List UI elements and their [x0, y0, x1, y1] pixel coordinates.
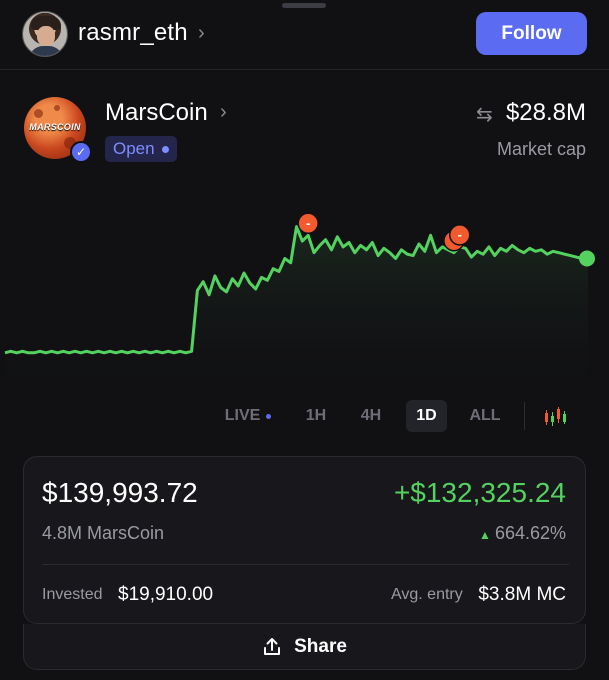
market-cap-label: Market cap: [496, 139, 586, 159]
verified-check-icon: ✓: [70, 141, 92, 163]
divider: [42, 564, 569, 565]
tab-all[interactable]: ALL: [462, 400, 508, 432]
chevron-right-icon[interactable]: ›: [198, 22, 205, 45]
pnl-percent: ▲ 664.62%: [479, 523, 566, 544]
share-button[interactable]: Share: [23, 624, 586, 670]
logo-text: MARSCOIN: [29, 122, 81, 132]
avatar-shirt: [29, 46, 63, 56]
tab-1d[interactable]: 1D: [406, 400, 447, 432]
tab-1h[interactable]: 1H: [296, 400, 336, 432]
current-price-dot: [579, 250, 595, 267]
invested-label: Invested: [42, 586, 103, 603]
live-dot: [266, 413, 272, 419]
status-badge: Open: [105, 136, 177, 162]
tab-live-label: LIVE: [224, 407, 261, 424]
position-value: $139,993.72: [42, 477, 198, 508]
avg-entry-label: Avg. entry: [391, 586, 463, 603]
avg-entry-value: $3.8M MC: [478, 584, 566, 605]
logo-crater: [34, 109, 43, 118]
share-label: Share: [294, 635, 347, 657]
avatar[interactable]: [22, 11, 68, 57]
avatar-face: [37, 26, 55, 46]
swap-arrows-icon[interactable]: ⇆: [476, 102, 493, 127]
chevron-right-icon[interactable]: ›: [220, 101, 227, 124]
divider: [524, 402, 525, 430]
share-upload-icon: [264, 637, 281, 655]
sell-marker[interactable]: -: [297, 212, 319, 235]
sell-marker-label: -: [306, 215, 310, 230]
follow-button[interactable]: Follow: [476, 12, 587, 55]
timeframe-selector: LIVE 1H 4H 1D ALL: [0, 400, 609, 436]
triangle-up-icon: ▲: [479, 528, 491, 542]
chart-area: [5, 226, 588, 395]
market-cap-value: $28.8M: [505, 99, 586, 126]
holdings-amount: 4.8M MarsCoin: [42, 523, 165, 543]
sell-marker-label: -: [458, 227, 462, 242]
invested-value: $19,910.00: [118, 584, 214, 605]
tab-4h[interactable]: 4H: [351, 400, 391, 432]
sell-marker[interactable]: -: [448, 224, 471, 246]
status-label: Open: [113, 139, 155, 158]
position-card: $139,993.72 +$132,325.24 4.8M MarsCoin ▲…: [23, 456, 586, 624]
position-pnl: +$132,325.24: [393, 477, 566, 508]
username[interactable]: rasmr_eth: [78, 19, 188, 47]
tab-live[interactable]: LIVE: [218, 400, 278, 432]
user-header: rasmr_eth › Follow: [0, 0, 609, 70]
price-chart[interactable]: ---: [0, 170, 609, 395]
token-sheet: rasmr_eth › Follow MARSCOIN ✓ MarsCoin ›…: [0, 0, 609, 680]
status-dot: [161, 145, 169, 153]
pnl-percent-value: 664.62%: [494, 523, 566, 543]
token-name[interactable]: MarsCoin: [105, 99, 208, 127]
candlestick-chart-icon[interactable]: [543, 406, 569, 428]
logo-crater: [54, 105, 60, 111]
